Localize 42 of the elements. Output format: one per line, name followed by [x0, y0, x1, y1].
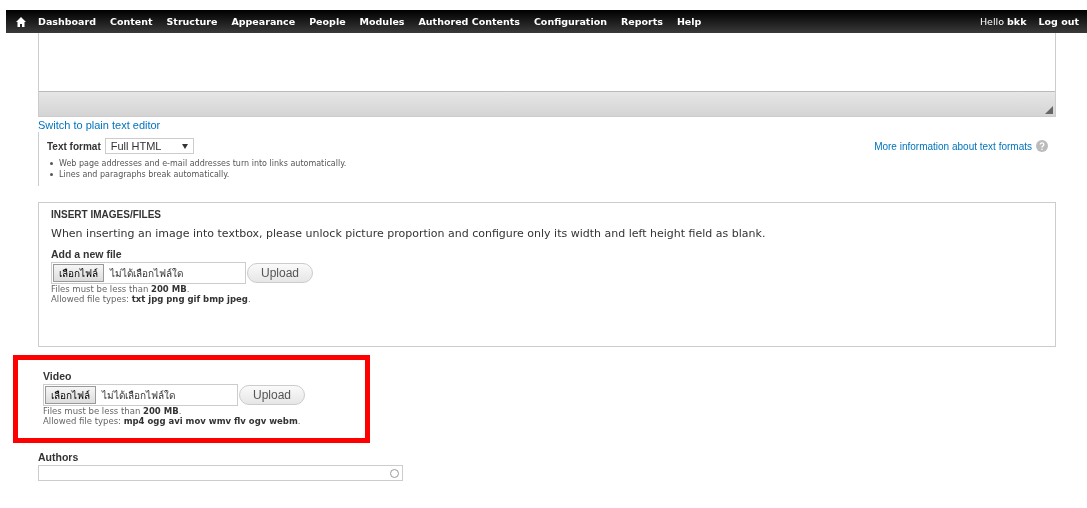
panel-title: INSERT IMAGES/FILES: [51, 209, 162, 220]
field-label: Video: [43, 370, 73, 382]
help-text: Allowed file types: txt jpg png gif bmp jpeg.: [51, 294, 252, 304]
menu-item[interactable]: Reports: [620, 16, 663, 27]
more-info-link[interactable]: More information about text formats: [874, 140, 1032, 152]
menu-item[interactable]: Content: [109, 16, 153, 27]
switch-editor-link[interactable]: Switch to plain text editor: [38, 119, 161, 131]
bullet-icon: [50, 173, 53, 176]
instruction-text: When inserting an image into textbox, please unlock picture proportion and configure only its width and left height field as blank.: [51, 227, 767, 240]
help-icon[interactable]: [1036, 140, 1048, 152]
file-input[interactable]: เลือกไฟล์ ไม่ได้เลือกไฟล์ใด: [51, 262, 246, 284]
menu-item[interactable]: Appearance: [231, 16, 296, 27]
file-status: ไม่ได้เลือกไฟล์ใด: [110, 266, 183, 281]
menu-item[interactable]: Configuration: [533, 16, 607, 27]
upload-button[interactable]: Upload: [239, 385, 305, 405]
menu-item[interactable]: Modules: [359, 16, 405, 27]
help-text: Allowed file types: mp4 ogg avi mov wmv flv ogv webm.: [43, 416, 302, 426]
upload-button[interactable]: Upload: [247, 263, 313, 283]
home-icon[interactable]: [16, 16, 26, 27]
menu-item[interactable]: Help: [676, 16, 702, 27]
text-format-label: Text format: [47, 140, 101, 152]
resize-grip-icon[interactable]: [1045, 106, 1053, 114]
menu-item[interactable]: Structure: [166, 16, 218, 27]
dropdown-arrow-icon: [181, 143, 188, 149]
field-label: Authors: [38, 451, 80, 463]
help-text: Files must be less than 200 MB.: [51, 284, 191, 294]
menu-item[interactable]: People: [309, 16, 346, 27]
tip-text: Lines and paragraphs break automatically.: [59, 169, 230, 180]
bullet-icon: [50, 162, 53, 165]
text-format-select[interactable]: Full HTML: [104, 138, 194, 154]
choose-file-button[interactable]: เลือกไฟล์: [45, 386, 96, 404]
field-label: Add a new file: [51, 248, 123, 260]
file-status: ไม่ได้เลือกไฟล์ใด: [102, 388, 175, 403]
menu-item[interactable]: Dashboard: [38, 16, 96, 27]
tip-text: Web page addresses and e-mail addresses turn into links automatically.: [59, 158, 347, 169]
file-input[interactable]: เลือกไฟล์ ไม่ได้เลือกไฟล์ใด: [43, 384, 238, 406]
menu-item[interactable]: Authored Contents: [418, 16, 520, 27]
choose-file-button[interactable]: เลือกไฟล์: [53, 264, 104, 282]
help-text: Files must be less than 200 MB.: [43, 406, 183, 416]
logout-link[interactable]: Log out: [1038, 16, 1079, 27]
authors-field[interactable]: [38, 465, 403, 481]
user-greeting: Hello bkk: [979, 16, 1027, 27]
